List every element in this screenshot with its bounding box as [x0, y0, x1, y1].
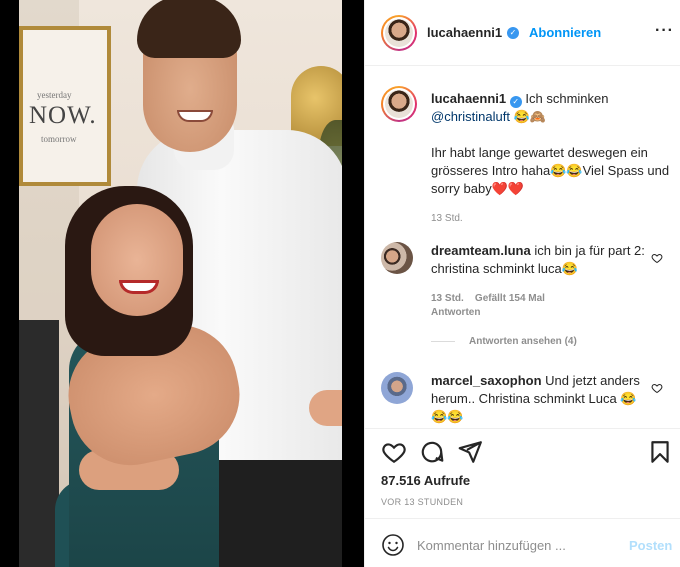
comment-username[interactable]: dreamteam.luna [431, 243, 531, 258]
hand [309, 390, 342, 426]
comment-avatar[interactable] [381, 372, 413, 404]
like-comment-heart-icon[interactable] [651, 382, 663, 394]
comment-input[interactable] [417, 531, 617, 559]
post-actions: 87.516 Aufrufe VOR 13 STUNDEN [365, 428, 680, 518]
woman-face [91, 204, 183, 316]
post-header: lucahaenni1 ✓ Abonnieren ··· [365, 0, 680, 66]
share-paper-plane-icon[interactable] [457, 439, 483, 465]
post-photo: yesterday NOW. tomorrow [19, 0, 342, 567]
instagram-post-view: yesterday NOW. tomorrow lucahaenni1 ✓ Ab… [0, 0, 680, 567]
replies-divider [431, 340, 455, 342]
caption-time[interactable]: 13 Std. [431, 210, 671, 228]
caption-mention[interactable]: @christinaluft [431, 109, 510, 124]
caption-body: Ihr habt lange gewartet deswegen ein grö… [431, 145, 670, 196]
wall-art-line2: NOW. [29, 102, 97, 129]
reply-button[interactable]: Antworten [431, 307, 480, 318]
caption-username[interactable]: lucahaenni1 [431, 91, 506, 106]
like-heart-icon[interactable] [381, 439, 407, 465]
post-timestamp[interactable]: VOR 13 STUNDEN [381, 497, 463, 507]
emoji-smiley-icon[interactable] [381, 533, 405, 557]
view-count[interactable]: 87.516 Aufrufe [381, 473, 470, 488]
comment-text: dreamteam.luna ich bin ja für part 2: ch… [431, 242, 645, 278]
man-hair [137, 0, 241, 58]
comment-avatar[interactable] [381, 242, 413, 274]
verified-badge-icon: ✓ [507, 27, 519, 39]
caption-intro: Ich schminken [525, 91, 609, 106]
more-options-icon[interactable]: ··· [655, 22, 674, 40]
save-bookmark-icon[interactable] [647, 439, 673, 465]
author-avatar[interactable] [381, 15, 417, 51]
comment-text: marcel_saxophon Und jetzt anders herum..… [431, 372, 645, 426]
wall-art-line1: yesterday [37, 90, 72, 100]
wall-art-frame: yesterday NOW. tomorrow [19, 26, 111, 186]
view-replies-button[interactable]: Antworten ansehen (4) [431, 336, 577, 347]
post-side-panel: lucahaenni1 ✓ Abonnieren ··· lucahaenni1… [364, 0, 680, 567]
comment-meta: 13 Std. Gefällt 154 Mal Antworten [431, 292, 545, 320]
author-username[interactable]: lucahaenni1 [427, 25, 502, 40]
comment-composer: Posten [365, 518, 680, 567]
comment-time[interactable]: 13 Std. [431, 293, 464, 304]
caption-avatar[interactable] [381, 86, 417, 122]
comment-bubble-icon[interactable] [419, 439, 445, 465]
post-media[interactable]: yesterday NOW. tomorrow [0, 0, 364, 567]
caption-text: lucahaenni1 ✓ Ich schminken @christinalu… [431, 90, 671, 228]
caption-emoji: 😂🙈 [513, 109, 546, 124]
view-replies-label: Antworten ansehen (4) [469, 336, 577, 347]
dark-corner [19, 320, 59, 567]
post-comment-button[interactable]: Posten [629, 538, 672, 553]
wall-art-line3: tomorrow [41, 134, 77, 144]
comment-username[interactable]: marcel_saxophon [431, 373, 542, 388]
like-comment-heart-icon[interactable] [651, 252, 663, 264]
verified-badge-icon: ✓ [509, 96, 522, 108]
comment-likes[interactable]: Gefällt 154 Mal [475, 293, 545, 304]
follow-button[interactable]: Abonnieren [529, 25, 601, 40]
